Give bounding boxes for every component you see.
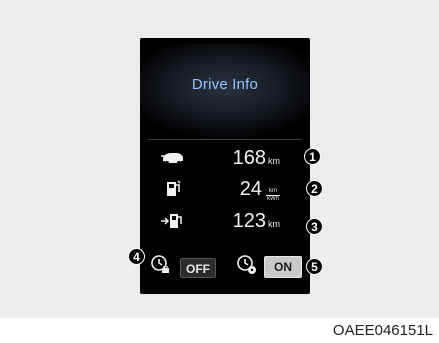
charge-range-value: 123 km <box>233 209 280 236</box>
efficiency-value: 24 km kWh <box>240 177 280 206</box>
charge-range-number: 123 <box>232 210 266 232</box>
climate-off-button[interactable]: OFF <box>180 258 216 278</box>
clock-fan-icon <box>237 255 256 274</box>
car-range-icon <box>161 153 183 165</box>
range-row: 168 km <box>140 145 310 171</box>
fuel-pump-icon <box>167 180 181 196</box>
charge-range-icon <box>161 214 182 228</box>
efficiency-unit: km kWh <box>266 188 280 203</box>
clock-plug-icon <box>151 255 169 273</box>
figure-code: OAEE046151L <box>332 322 433 339</box>
callout-1: 1 <box>304 148 321 165</box>
climate-on-button[interactable]: ON <box>264 256 302 278</box>
range-unit: km <box>268 156 280 166</box>
divider <box>148 139 302 140</box>
screen-title: Drive Info <box>191 76 259 93</box>
callout-4: 4 <box>128 248 145 265</box>
callout-2: 2 <box>306 180 323 197</box>
range-number: 168 <box>232 147 266 169</box>
callout-5: 5 <box>306 258 323 275</box>
range-value: 168 km <box>233 146 280 173</box>
unit-top: km <box>269 188 277 194</box>
unit-bottom: kWh <box>267 196 279 202</box>
efficiency-number: 24 <box>239 178 262 200</box>
charge-range-unit: km <box>268 219 280 229</box>
charge-range-row: 123 km <box>140 208 310 234</box>
efficiency-row: 24 km kWh <box>140 176 310 202</box>
callout-3: 3 <box>306 218 323 235</box>
